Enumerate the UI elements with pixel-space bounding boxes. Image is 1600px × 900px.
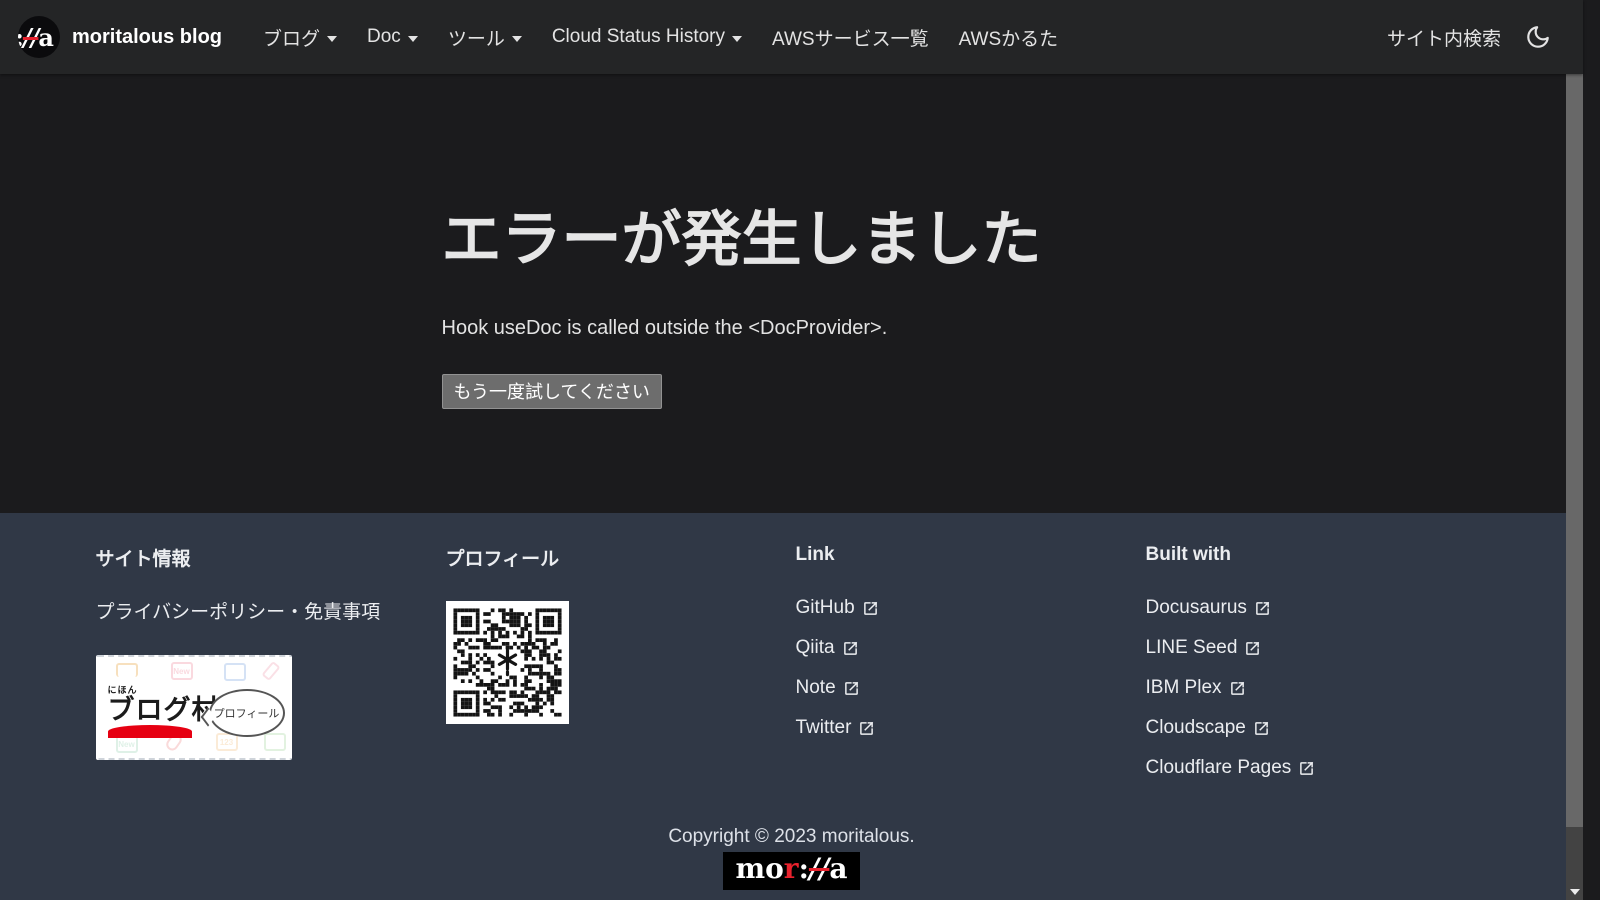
docusaurus-link[interactable]: Docusaurus — [1146, 596, 1270, 619]
footer-col-title: Link — [796, 544, 1138, 566]
site-title: moritalous blog — [72, 26, 222, 49]
triangle-down-icon — [1570, 889, 1580, 895]
footer-col-title: サイト情報 — [96, 544, 438, 571]
footer-col-link: Link GitHub Qiita Note Twitter — [792, 544, 1142, 796]
chevron-down-icon — [327, 36, 337, 42]
ibm-plex-link[interactable]: IBM Plex — [1146, 676, 1245, 699]
photo-icon — [264, 733, 286, 751]
footer-col-title: プロフィール — [446, 544, 788, 571]
cloudscape-link[interactable]: Cloudscape — [1146, 716, 1269, 739]
profile-qr-code — [446, 601, 569, 724]
nav-items: ブログ Doc ツール Cloud Status History AWSサービス… — [248, 16, 1073, 59]
moon-icon[interactable] — [1525, 24, 1551, 50]
chevron-down-icon — [512, 36, 522, 42]
page: ://a moritalous blog ブログ Doc ツール Cloud S… — [0, 0, 1583, 900]
footer-columns: サイト情報 プライバシーポリシー・免責事項 New New 123 にほん ブロ… — [92, 544, 1492, 796]
line-seed-link[interactable]: LINE Seed — [1146, 636, 1261, 659]
main-content: エラーが発生しました Hook useDoc is called outside… — [0, 74, 1583, 513]
banner-red-arc — [108, 725, 192, 738]
scrollbar-thumb[interactable] — [1566, 17, 1583, 827]
error-title: エラーが発生しました — [442, 208, 1142, 273]
external-link-icon — [844, 681, 859, 696]
morra-logo: mor://a — [723, 852, 859, 890]
brand-home-link[interactable]: ://a moritalous blog — [18, 16, 222, 58]
footer: サイト情報 プライバシーポリシー・免責事項 New New 123 にほん ブロ… — [0, 513, 1583, 900]
nav-item-cloud-status-history[interactable]: Cloud Status History — [537, 18, 757, 56]
external-link-icon — [1230, 681, 1245, 696]
site-search-link[interactable]: サイト内検索 — [1387, 24, 1501, 51]
chevron-down-icon — [732, 36, 742, 42]
navbar: ://a moritalous blog ブログ Doc ツール Cloud S… — [0, 0, 1583, 74]
error-panel: エラーが発生しました Hook useDoc is called outside… — [442, 74, 1142, 409]
external-link-icon — [1254, 721, 1269, 736]
new-badge-icon: New — [171, 662, 193, 680]
copyright-text: Copyright © 2023 moritalous. — [0, 826, 1583, 848]
document-icon — [224, 663, 246, 681]
privacy-policy-link[interactable]: プライバシーポリシー・免責事項 — [96, 601, 381, 624]
blog-mura-banner-link[interactable]: New New 123 にほん ブログ村 プロフィール — [96, 655, 292, 760]
nav-item-blog[interactable]: ブログ — [248, 16, 352, 59]
github-link[interactable]: GitHub — [796, 596, 878, 619]
footer-col-profile: プロフィール — [442, 544, 792, 796]
nav-item-tools[interactable]: ツール — [433, 16, 537, 59]
pencil-icon — [261, 661, 280, 681]
twitter-link[interactable]: Twitter — [796, 716, 875, 739]
navbar-right: サイト内検索 — [1387, 24, 1565, 51]
vertical-scrollbar[interactable] — [1566, 0, 1583, 900]
external-link-icon — [1299, 761, 1314, 776]
error-message: Hook useDoc is called outside the <DocPr… — [442, 317, 1142, 340]
external-link-icon — [1245, 641, 1260, 656]
chevron-down-icon — [408, 36, 418, 42]
footer-col-site-info: サイト情報 プライバシーポリシー・免責事項 New New 123 にほん ブロ… — [92, 544, 442, 796]
nav-item-aws-karuta[interactable]: AWSかるた — [944, 16, 1074, 59]
nav-item-doc[interactable]: Doc — [352, 18, 433, 56]
scroll-down-button[interactable] — [1566, 883, 1583, 900]
retry-button[interactable]: もう一度試してください — [442, 374, 662, 409]
external-link-icon — [843, 641, 858, 656]
crown-icon — [116, 663, 138, 677]
qiita-link[interactable]: Qiita — [796, 636, 858, 659]
external-link-icon — [1255, 601, 1270, 616]
cloudflare-pages-link[interactable]: Cloudflare Pages — [1146, 756, 1315, 779]
footer-col-built-with: Built with Docusaurus LINE Seed IBM Plex… — [1142, 544, 1492, 796]
external-link-icon — [863, 601, 878, 616]
footer-col-title: Built with — [1146, 544, 1488, 566]
footer-bottom: Copyright © 2023 moritalous. mor://a — [0, 826, 1583, 890]
note-link[interactable]: Note — [796, 676, 859, 699]
nav-item-aws-service-list[interactable]: AWSサービス一覧 — [757, 16, 944, 59]
banner-bubble-label: プロフィール — [209, 689, 285, 737]
site-logo-icon: ://a — [18, 16, 60, 58]
external-link-icon — [859, 721, 874, 736]
